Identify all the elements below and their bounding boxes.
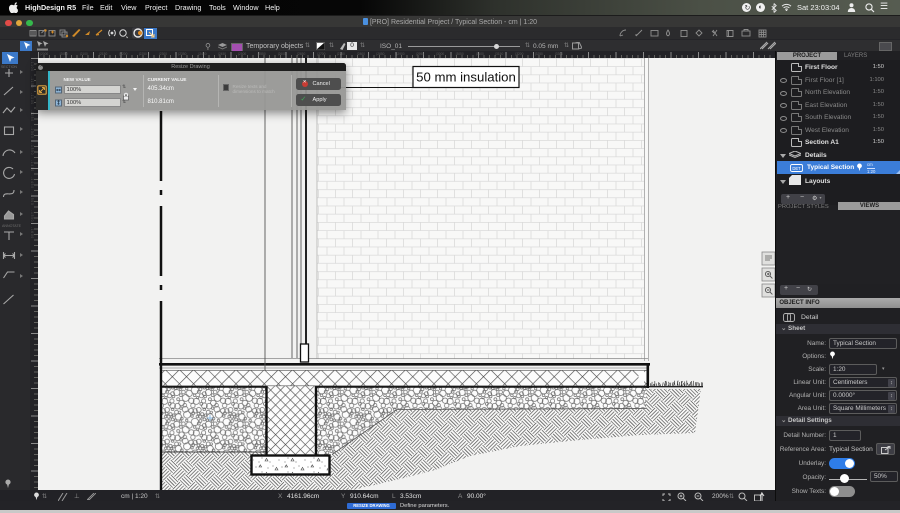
svg-text:50 mm insulation: 50 mm insulation [416, 70, 516, 85]
svg-text:DET: DET [792, 165, 801, 170]
